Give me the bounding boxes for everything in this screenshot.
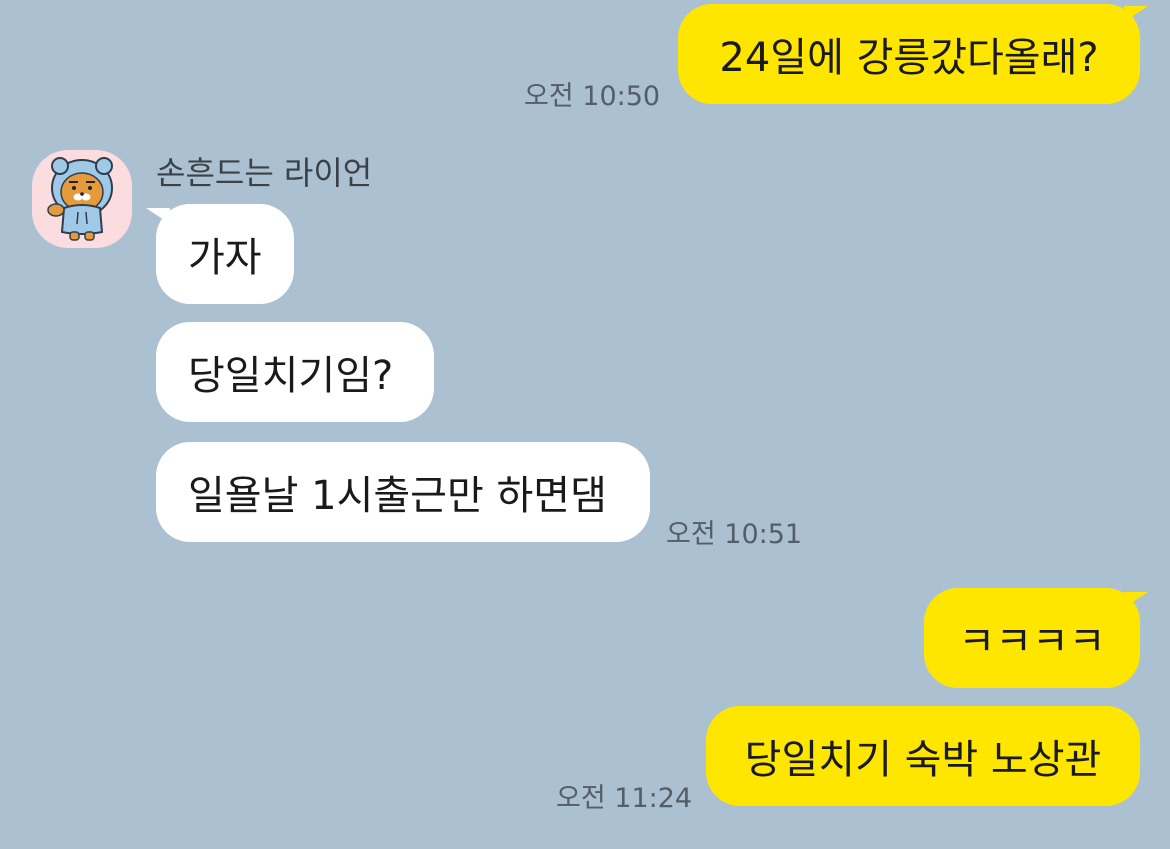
message-text: 일욜날 1시출근만 하면댐 bbox=[188, 473, 607, 519]
ryan-character-avatar-icon bbox=[47, 157, 113, 241]
message-text: 24일에 강릉갔다올래? bbox=[719, 35, 1099, 81]
other-message-bubble[interactable]: 일욜날 1시출근만 하면댐 bbox=[156, 442, 650, 542]
sender-name: 손흔드는 라이언 bbox=[156, 154, 373, 192]
message-text: 당일치기 숙박 노상관 bbox=[744, 737, 1102, 783]
other-message-bubble[interactable]: 당일치기임? bbox=[156, 322, 434, 422]
sender-avatar[interactable] bbox=[32, 150, 132, 248]
message-text: 가자 bbox=[188, 235, 262, 281]
message-timestamp: 오전 11:24 bbox=[556, 783, 693, 814]
message-text: ㅋㅋㅋㅋ bbox=[958, 619, 1106, 665]
chat-room: 24일에 강릉갔다올래? 오전 10:50 손흔드는 라이언 가자 당일치기임?… bbox=[0, 0, 1170, 849]
message-text: 당일치기임? bbox=[188, 353, 394, 399]
message-timestamp: 오전 10:51 bbox=[666, 519, 803, 550]
message-timestamp: 오전 10:50 bbox=[524, 81, 661, 112]
my-message-bubble[interactable]: 24일에 강릉갔다올래? bbox=[678, 4, 1140, 104]
other-message-bubble[interactable]: 가자 bbox=[156, 204, 294, 304]
my-message-bubble[interactable]: 당일치기 숙박 노상관 bbox=[706, 706, 1140, 806]
my-message-bubble[interactable]: ㅋㅋㅋㅋ bbox=[924, 588, 1140, 688]
